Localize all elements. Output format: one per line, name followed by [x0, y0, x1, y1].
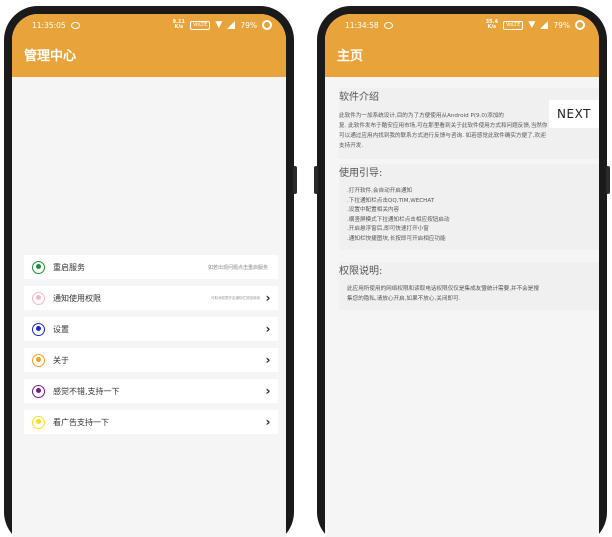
- guide-section: 使用引导: .打开软件,会自动开启通知 .下拉通知栏点击QQ,TIM,WECHA…: [339, 164, 599, 250]
- menu-item-label: 看广告支持一下: [53, 417, 109, 427]
- menu-item-hint: 如若出现问题点击重启服务: [207, 264, 268, 271]
- message-bubble-icon: [70, 21, 80, 29]
- menu-item-label: 设置: [53, 324, 69, 334]
- signal-icon: [227, 21, 236, 29]
- status-time: 11:34:58: [345, 20, 379, 30]
- menu-item-hint: 可取消权限开启通知栏按钮使用: [211, 295, 260, 300]
- left-screen: 11:35:05 9.11 K/s VoLTE ▼ 79% 管理中心 重启服务 …: [12, 14, 286, 537]
- right-screen: 11:34:58 35.4 K/s VoLTE ▼ 79% 主页 软件介绍 此软…: [325, 14, 599, 537]
- page-title: 主页: [337, 49, 364, 64]
- settings-menu: 重启服务 如若出现问题点击重启服务 通知使用权限 可取消权限开启通知栏按钮使用 …: [24, 255, 278, 441]
- permission-line: 此应用所使用的网络权限和读取电话权限仅仅是集成友盟统计需要,并不会是搜: [347, 286, 539, 292]
- battery-percent: 79%: [553, 20, 570, 30]
- status-dot-icon: [32, 260, 45, 274]
- left-phone-frame: 11:35:05 9.11 K/s VoLTE ▼ 79% 管理中心 重启服务 …: [4, 6, 297, 537]
- guide-line: .横竖屏模式下拉通知栏点击相应按钮启动: [347, 216, 450, 223]
- battery-ring-icon: [575, 20, 585, 30]
- chevron-right-icon: ›: [265, 353, 271, 367]
- menu-item-watch-ad[interactable]: 看广告支持一下 ›: [24, 410, 278, 434]
- guide-line: .打开软件,会自动开启通知: [347, 188, 413, 194]
- menu-item-label: 通知使用权限: [53, 293, 101, 303]
- menu-item-notification-permission[interactable]: 通知使用权限 可取消权限开启通知栏按钮使用 ›: [24, 286, 278, 310]
- page-title: 管理中心: [24, 49, 77, 64]
- menu-item-support[interactable]: 感觉不错,支持一下 ›: [24, 379, 278, 403]
- menu-item-settings[interactable]: 设置 ›: [24, 317, 278, 341]
- intro-line: 支持开发.: [339, 143, 364, 149]
- right-app-header: 11:34:58 35.4 K/s VoLTE ▼ 79% 主页: [325, 14, 599, 77]
- intro-line: 可以通过应用内找到我的联系方式进行反馈与咨询. 如若感觉此软件确实方便了,欢迎: [339, 133, 546, 139]
- permission-title: 权限说明:: [339, 266, 383, 277]
- guide-line: .开启悬浮窗后,即可快速打开小窗: [347, 226, 429, 232]
- right-status-bar: 11:34:58 35.4 K/s VoLTE ▼ 79%: [325, 14, 599, 36]
- guide-line: .下拉通知栏点击QQ,TIM,WECHAT: [347, 197, 435, 204]
- menu-item-label: 重启服务: [53, 262, 85, 272]
- network-speed: 35.4 K/s: [485, 19, 498, 30]
- menu-item-label: 感觉不错,支持一下: [53, 386, 120, 396]
- next-button[interactable]: NEXT: [549, 100, 599, 128]
- battery-percent: 79%: [240, 20, 257, 30]
- volume-button: [314, 166, 318, 194]
- signal-icon: [540, 21, 549, 29]
- chevron-right-icon: ›: [265, 322, 271, 336]
- menu-item-label: 关于: [53, 355, 69, 365]
- chevron-right-icon: ›: [265, 384, 271, 398]
- status-dot-icon: [32, 322, 45, 336]
- right-phone-frame: 11:34:58 35.4 K/s VoLTE ▼ 79% 主页 软件介绍 此软…: [314, 6, 610, 537]
- menu-item-about[interactable]: 关于 ›: [24, 348, 278, 372]
- left-app-header: 11:35:05 9.11 K/s VoLTE ▼ 79% 管理中心: [12, 14, 286, 77]
- permission-line: 集您的隐私,请放心开启,如果不放心,关闭即可.: [347, 295, 461, 302]
- status-dot-icon: [32, 415, 45, 429]
- status-dot-icon: [32, 291, 45, 305]
- volte-icon: VoLTE: [503, 20, 524, 30]
- wifi-icon: ▼: [215, 20, 223, 30]
- wifi-icon: ▼: [528, 20, 536, 30]
- permission-section: 权限说明: 此应用所使用的网络权限和读取电话权限仅仅是集成友盟统计需要,并不会是…: [339, 262, 599, 310]
- guide-line: .设置中配置相关内容: [347, 207, 400, 213]
- message-bubble-icon: [383, 21, 393, 29]
- power-button: [293, 166, 297, 194]
- battery-ring-icon: [262, 20, 272, 30]
- volte-icon: VoLTE: [190, 20, 211, 30]
- chevron-right-icon: ›: [265, 415, 271, 429]
- menu-item-restart-service[interactable]: 重启服务 如若出现问题点击重启服务: [24, 255, 278, 279]
- guide-title: 使用引导:: [339, 168, 383, 179]
- status-dot-icon: [32, 384, 45, 398]
- guide-line: .通知栏快捷图块,长按即可开启相应功能: [347, 235, 446, 242]
- status-time: 11:35:05: [32, 20, 66, 30]
- left-status-bar: 11:35:05 9.11 K/s VoLTE ▼ 79%: [12, 14, 286, 36]
- power-button: [606, 166, 610, 194]
- chevron-right-icon: ›: [265, 291, 271, 305]
- network-speed: 9.11 K/s: [172, 19, 185, 30]
- status-dot-icon: [32, 353, 45, 367]
